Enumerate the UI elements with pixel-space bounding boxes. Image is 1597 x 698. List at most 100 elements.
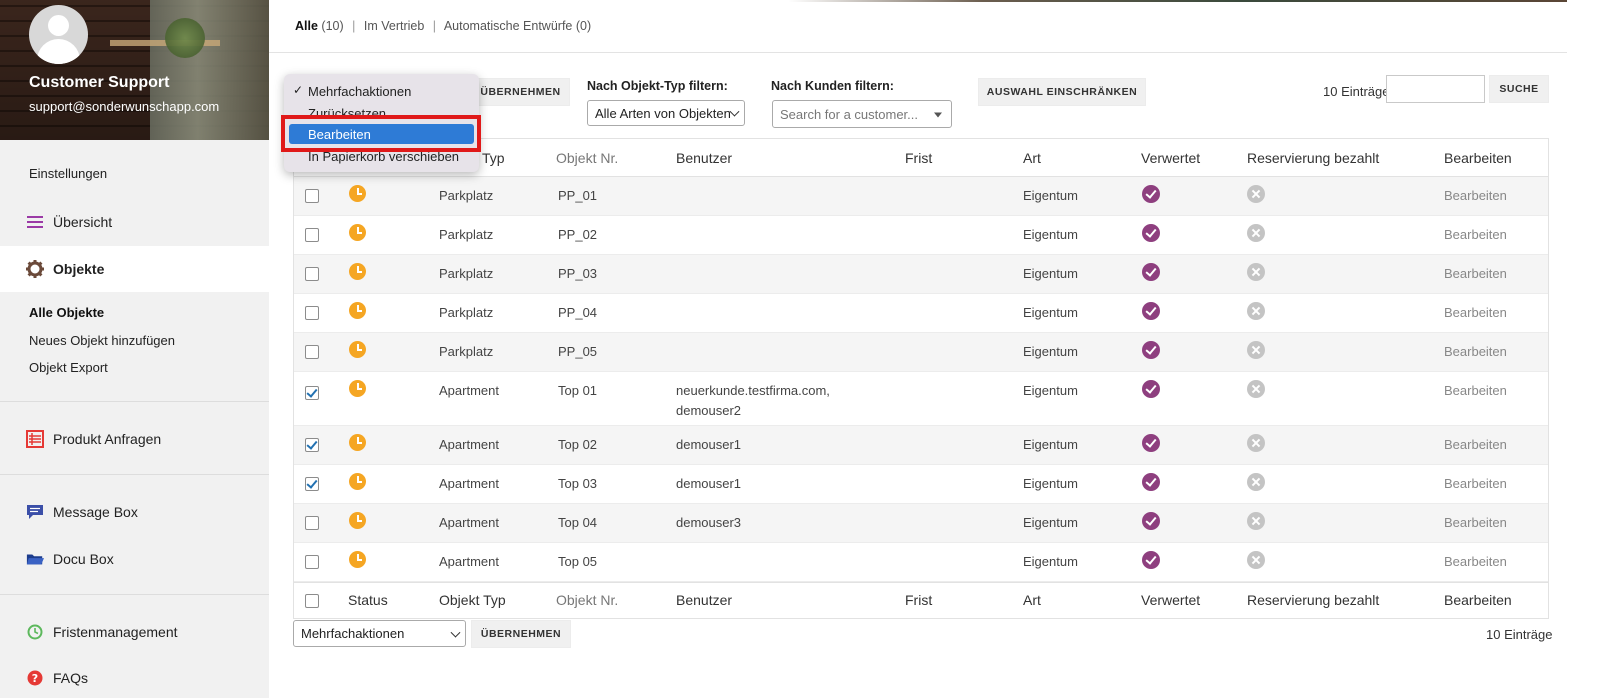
row-checkbox[interactable] [305,386,319,400]
question-icon: ? [26,669,44,687]
view-drafts-link[interactable]: Automatische Entwürfe [444,19,573,33]
check-circle-icon [1142,185,1160,203]
row-checkbox[interactable] [305,516,319,530]
profile-email: support@sonderwunschapp.com [29,99,220,114]
restrict-selection-button[interactable]: AUSWAHL EINSCHRÄNKEN [978,78,1146,106]
list-icon [26,430,44,448]
table-row: Apartment Top 03 demouser1 Eigentum Bear… [294,465,1548,504]
type-filter-value: Alle Arten von Objekten [595,105,731,121]
cell-objekt-nr: PP_05 [558,344,598,359]
bottom-entries-count: 10 Einträge [1486,627,1553,642]
cell-objekt-typ: Apartment [439,383,499,398]
edit-link[interactable]: Bearbeiten [1444,383,1507,398]
row-checkbox[interactable] [305,345,319,359]
entries-count: 10 Einträge [1323,84,1390,99]
row-checkbox[interactable] [305,267,319,281]
cell-objekt-nr: PP_01 [558,188,598,203]
cell-benutzer-line2: demouser2 [676,403,742,418]
cell-objekt-nr: Top 01 [558,383,598,398]
sidebar-item-label: Produkt Anfragen [53,431,162,447]
edit-link[interactable]: Bearbeiten [1444,227,1507,242]
status-clock-icon [349,224,366,241]
select-all-checkbox[interactable] [305,594,319,608]
view-sale-link[interactable]: Im Vertrieb [364,19,424,33]
bottom-apply-button[interactable]: ÜBERNEHMEN [471,620,571,648]
sidebar-divider [0,401,269,402]
check-circle-icon [1142,224,1160,242]
chevron-down-icon [729,106,740,117]
column-header-reservierung: Reservierung bezahlt [1247,150,1380,166]
column-header-objekt-nr[interactable]: Objekt Nr. [556,150,618,166]
edit-link[interactable]: Bearbeiten [1444,266,1507,281]
sidebar-divider [0,594,269,595]
row-checkbox[interactable] [305,438,319,452]
row-checkbox[interactable] [305,306,319,320]
sidebar-item-faqs[interactable]: ? FAQs [0,662,269,694]
cell-objekt-typ: Apartment [439,437,499,452]
check-circle-icon [1142,380,1160,398]
submenu-neues-objekt[interactable]: Neues Objekt hinzufügen [29,333,175,348]
bulk-option-mehrfachaktionen[interactable]: Mehrfachaktionen [308,84,411,99]
customer-filter-select[interactable]: Search for a customer... [772,100,952,128]
sidebar-item-message-box[interactable]: Message Box [0,494,269,530]
status-clock-icon [349,302,366,319]
column-footer-objekt-typ[interactable]: Objekt Typ [439,592,506,608]
row-checkbox[interactable] [305,555,319,569]
sidebar-item-produkt-anfragen[interactable]: Produkt Anfragen [0,421,269,457]
edit-link[interactable]: Bearbeiten [1444,344,1507,359]
column-footer-verwertet: Verwertet [1141,592,1201,608]
check-circle-icon [1142,473,1160,491]
cell-art: Eigentum [1023,383,1078,398]
edit-link[interactable]: Bearbeiten [1444,188,1507,203]
customer-filter-placeholder: Search for a customer... [780,106,919,122]
cell-objekt-nr: Top 05 [558,554,598,569]
bottom-bulk-select[interactable]: Mehrfachaktionen [293,620,466,647]
search-button[interactable]: SUCHE [1489,75,1549,103]
table-row: Apartment Top 01 neuerkunde.testfirma.co… [294,372,1548,426]
view-filter-bar: Alle (10) | Im Vertrieb | Automatische E… [269,0,1567,53]
table-footer-row: Status Objekt Typ Objekt Nr. Benutzer Fr… [294,582,1548,618]
folder-icon [26,550,44,568]
edit-link[interactable]: Bearbeiten [1444,305,1507,320]
cell-benutzer: neuerkunde.testfirma.com, [676,383,830,398]
status-clock-icon [349,341,366,358]
sidebar-item-uebersicht[interactable]: Übersicht [0,204,269,240]
x-circle-icon [1247,551,1265,569]
view-all-link[interactable]: Alle [295,19,318,33]
sidebar-item-docu-box[interactable]: Docu Box [0,541,269,577]
table-row: Apartment Top 05 Eigentum Bearbeiten [294,543,1548,582]
edit-link[interactable]: Bearbeiten [1444,476,1507,491]
row-checkbox[interactable] [305,477,319,491]
column-header-benutzer: Benutzer [676,150,733,166]
column-header-typ-partial[interactable]: Typ [482,150,505,166]
view-separator: | [432,19,437,33]
sidebar-item-objekte[interactable]: Objekte [0,246,269,292]
cell-art: Eigentum [1023,305,1078,320]
type-filter-select[interactable]: Alle Arten von Objekten [587,100,745,126]
row-checkbox[interactable] [305,228,319,242]
search-input[interactable] [1386,75,1485,103]
row-checkbox[interactable] [305,189,319,203]
submenu-objekt-export[interactable]: Objekt Export [29,360,108,375]
column-footer-status: Status [348,592,388,608]
cell-objekt-nr: Top 04 [558,515,598,530]
column-footer-frist: Frist [905,592,933,608]
submenu-alle-objekte[interactable]: Alle Objekte [29,305,104,320]
avatar[interactable] [29,5,88,64]
edit-link[interactable]: Bearbeiten [1444,437,1507,452]
x-circle-icon [1247,224,1265,242]
sidebar-item-fristenmanagement[interactable]: Fristenmanagement [0,614,269,650]
status-clock-icon [349,185,366,202]
edit-link[interactable]: Bearbeiten [1444,554,1507,569]
column-footer-objekt-nr[interactable]: Objekt Nr. [556,592,618,608]
cell-objekt-nr: PP_03 [558,266,598,281]
bulk-apply-button[interactable]: ÜBERNEHMEN [471,78,570,106]
sidebar-item-einstellungen[interactable]: Einstellungen [29,166,107,181]
status-clock-icon [349,551,366,568]
column-footer-benutzer: Benutzer [676,592,733,608]
status-clock-icon [349,263,366,280]
cell-art: Eigentum [1023,476,1078,491]
cell-objekt-typ: Apartment [439,554,499,569]
edit-link[interactable]: Bearbeiten [1444,515,1507,530]
x-circle-icon [1247,434,1265,452]
